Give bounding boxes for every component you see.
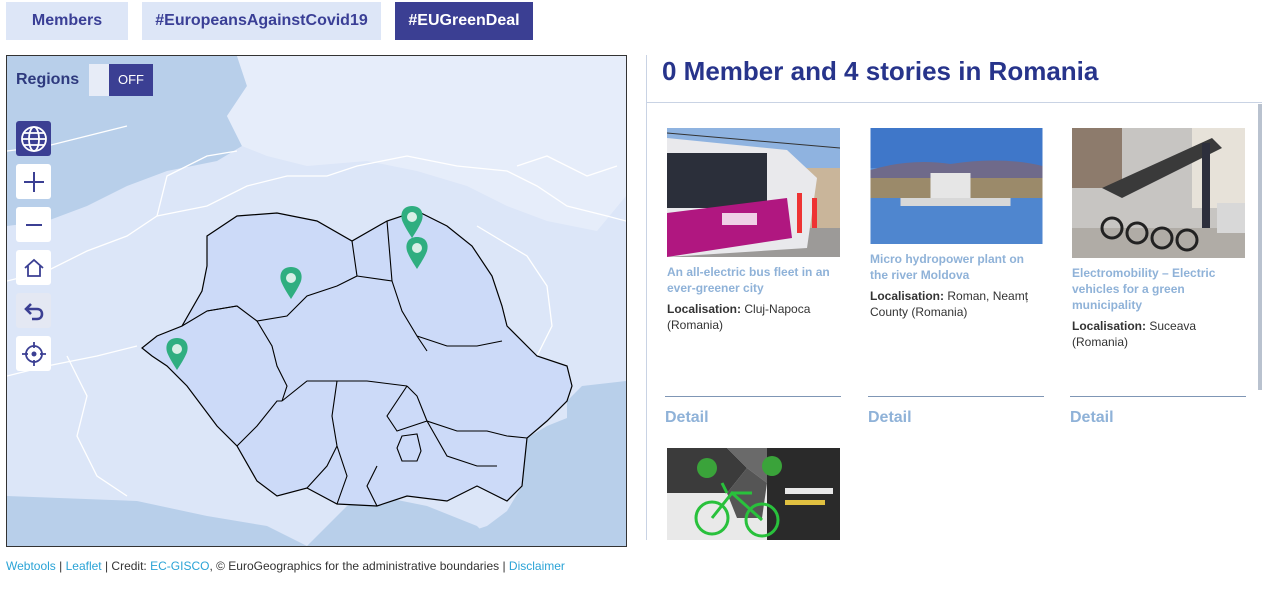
- regions-toggle-state: OFF: [109, 64, 153, 96]
- story-location: Localisation: Suceava (Romania): [1072, 318, 1247, 350]
- localisation-label: Localisation:: [1072, 319, 1147, 333]
- map-attribution: Webtools | Leaflet | Credit: EC-GISCO, ©…: [6, 559, 565, 573]
- zoom-out-button[interactable]: [16, 207, 51, 242]
- localisation-label: Localisation:: [870, 289, 945, 303]
- detail-divider: [868, 396, 1044, 397]
- home-button[interactable]: [16, 250, 51, 285]
- zoom-in-button[interactable]: [16, 164, 51, 199]
- story-image-electromobility[interactable]: [1072, 128, 1245, 258]
- story-location: Localisation: Cluj-Napoca (Romania): [667, 301, 842, 333]
- story-image-electric-bus[interactable]: [666, 128, 841, 257]
- regions-label: Regions: [16, 71, 80, 88]
- globe-icon: [20, 125, 47, 152]
- localisation-label: Localisation:: [667, 302, 742, 316]
- undo-icon: [23, 302, 43, 320]
- title-divider: [646, 102, 1262, 103]
- detail-link[interactable]: Detail: [1070, 409, 1114, 427]
- story-title[interactable]: Electromobility – Electric vehicles for …: [1072, 265, 1247, 313]
- map-view[interactable]: Regions OFF: [6, 55, 627, 547]
- undo-button[interactable]: [16, 293, 51, 328]
- detail-link[interactable]: Detail: [665, 409, 709, 427]
- story-image-green-bike[interactable]: [667, 448, 840, 540]
- tab-members[interactable]: Members: [6, 2, 128, 40]
- regions-toggle[interactable]: OFF: [89, 64, 153, 96]
- detail-divider: [1070, 396, 1246, 397]
- story-location: Localisation: Roman, Neamț County (Roman…: [870, 288, 1045, 320]
- leaflet-link[interactable]: Leaflet: [66, 559, 102, 573]
- story-card: [667, 448, 842, 545]
- story-image-hydropower[interactable]: [870, 128, 1043, 244]
- page-title: 0 Member and 4 stories in Romania: [662, 56, 1099, 86]
- locate-button[interactable]: [16, 336, 51, 371]
- copyright-text: , © EuroGeographics for the administrati…: [209, 559, 509, 573]
- footer-separator: |: [55, 559, 66, 573]
- tab-eu-green-deal[interactable]: #EUGreenDeal: [395, 2, 533, 40]
- globe-button[interactable]: [16, 121, 51, 156]
- home-icon: [23, 258, 44, 277]
- zoom-out-icon: [25, 223, 42, 226]
- locate-icon: [21, 341, 46, 366]
- tab-europeans-against-covid19[interactable]: #EuropeansAgainstCovid19: [142, 2, 381, 40]
- map-background: [7, 56, 626, 546]
- story-card: An all-electric bus fleet in an ever-gre…: [666, 128, 842, 333]
- panel-divider: [646, 55, 647, 540]
- story-card: Micro hydropower plant on the river Mold…: [870, 128, 1045, 320]
- story-title[interactable]: An all-electric bus fleet in an ever-gre…: [667, 264, 842, 296]
- story-title[interactable]: Micro hydropower plant on the river Mold…: [870, 251, 1045, 283]
- zoom-in-icon: [23, 171, 44, 192]
- detail-link[interactable]: Detail: [868, 409, 912, 427]
- webtools-link[interactable]: Webtools: [6, 559, 56, 573]
- story-card: Electromobility – Electric vehicles for …: [1072, 128, 1247, 350]
- detail-divider: [665, 396, 841, 397]
- scrollbar[interactable]: [1258, 104, 1262, 390]
- disclaimer-link[interactable]: Disclaimer: [509, 559, 565, 573]
- ec-gisco-link[interactable]: EC-GISCO: [150, 559, 209, 573]
- credit-text: | Credit:: [101, 559, 151, 573]
